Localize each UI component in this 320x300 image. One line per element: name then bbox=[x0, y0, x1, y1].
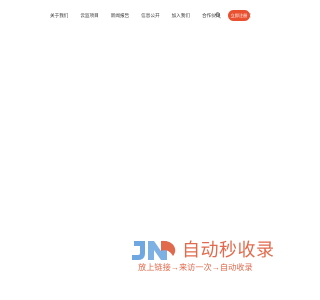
nav-item-news[interactable]: 新闻报告 bbox=[111, 10, 129, 22]
logo-title: 自动秒收录 bbox=[182, 240, 275, 260]
jn-logo-icon bbox=[130, 238, 180, 262]
nav-item-disclosure[interactable]: 信息公开 bbox=[141, 10, 159, 22]
logo-tagline: 放上链接→来访一次→自动收录 bbox=[138, 263, 253, 272]
nav-item-join[interactable]: 加入我们 bbox=[172, 10, 190, 22]
site-logo: 自动秒收录 放上链接→来访一次→自动收录 bbox=[130, 238, 285, 278]
nav-item-about[interactable]: 关于我们 bbox=[50, 10, 68, 22]
search-icon[interactable] bbox=[214, 11, 222, 21]
register-button[interactable]: 立即注册 bbox=[228, 10, 250, 21]
top-navigation-bar: 关于我们 云监项目 新闻报告 信息公开 加入我们 合作伙伴 共建之家 立即注册 bbox=[0, 0, 300, 30]
nav-item-projects[interactable]: 云监项目 bbox=[80, 10, 98, 22]
